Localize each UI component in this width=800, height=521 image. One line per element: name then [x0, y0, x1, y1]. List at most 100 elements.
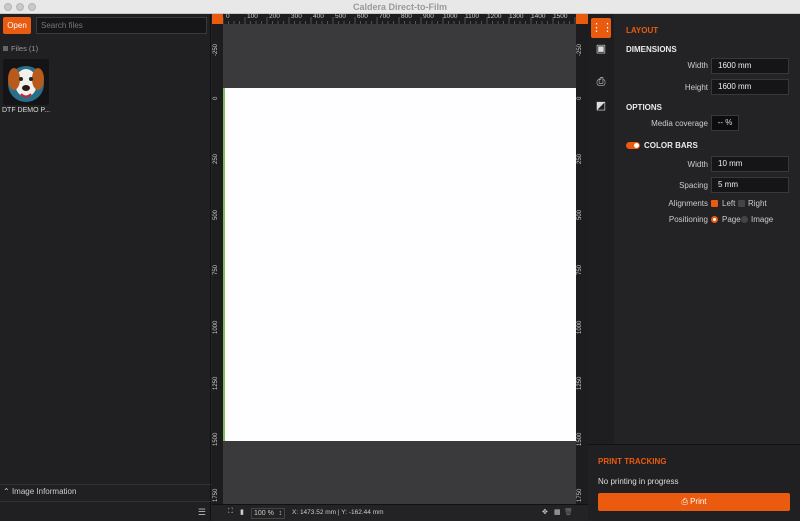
zoom-field[interactable]: 100 % ↕: [251, 508, 285, 519]
position-page-label: Page: [722, 215, 741, 224]
pan-tool-icon[interactable]: ✥: [542, 508, 548, 516]
ruler-label: -250: [213, 43, 219, 56]
position-page-radio[interactable]: [711, 216, 718, 223]
ruler-label: 250: [213, 153, 219, 164]
layout-title: LAYOUT: [626, 26, 659, 35]
dog-artwork-icon: [3, 59, 49, 105]
color-tab-icon[interactable]: ◩: [591, 96, 611, 116]
ruler-label: 750: [213, 264, 219, 275]
height-field[interactable]: 1600 mm: [711, 79, 789, 95]
color-bars-toggle[interactable]: [626, 142, 640, 149]
position-image-radio[interactable]: [741, 216, 748, 223]
ruler-label: 1500: [553, 14, 568, 20]
media-coverage-value: -- %: [711, 115, 739, 131]
grid-icon[interactable]: ▦: [554, 508, 561, 516]
media-page[interactable]: [223, 88, 576, 441]
ruler-corner: [212, 14, 223, 24]
ruler-label: 200: [269, 14, 280, 20]
printer-tab-icon[interactable]: ⎙: [591, 72, 611, 92]
ruler-label: 1100: [465, 14, 479, 20]
ruler-label: 1200: [487, 14, 502, 20]
color-bar-width-label: Width: [687, 160, 708, 169]
ruler-label: 1000: [577, 320, 583, 334]
files-panel: Open Search files Files (1) DTF DEMO P..…: [0, 14, 211, 521]
image-information-label: Image Information: [11, 487, 77, 496]
file-name-label: DTF DEMO P...: [2, 107, 51, 114]
color-bars-title: COLOR BARS: [644, 141, 698, 150]
fit-screen-icon[interactable]: ⛶: [228, 508, 233, 516]
cursor-coordinates: X: 1473.52 mm | Y: -162.44 mm: [292, 509, 384, 516]
ruler-label: 1750: [577, 488, 583, 502]
zoom-value: 100 %: [254, 510, 274, 517]
ruler-label: 300: [291, 14, 302, 20]
ruler-label: 250: [577, 153, 583, 164]
file-thumbnail[interactable]: [3, 59, 49, 105]
ruler-top: 0 100 200 300 400 500 600 700 800 900 10…: [223, 14, 576, 24]
trash-icon[interactable]: 🗑: [564, 508, 573, 516]
canvas-workspace[interactable]: 0 100 200 300 400 500 600 700 800 900 10…: [212, 14, 588, 521]
window-title: Caldera Direct-to-Film: [352, 2, 448, 12]
options-title: OPTIONS: [626, 103, 663, 112]
ruler-label: 750: [577, 264, 583, 275]
ruler-label: 0: [213, 96, 219, 100]
image-information-toggle[interactable]: ⌃ Image Information: [0, 484, 211, 498]
image-tab-icon[interactable]: ▣: [591, 39, 611, 59]
ruler-label: 1500: [577, 432, 583, 446]
print-status: No printing in progress: [598, 477, 679, 486]
align-right-label: Right: [748, 199, 767, 208]
print-button[interactable]: ⎙ Print: [598, 493, 790, 511]
ruler-label: 1000: [213, 320, 219, 334]
files-icon: [3, 46, 8, 51]
open-button[interactable]: Open: [3, 17, 31, 34]
print-tracking-panel: PRINT TRACKING No printing in progress ⎙…: [588, 444, 800, 521]
panel-tab-bar: ⋮⋮ ▣ ⎙ ◩: [588, 14, 614, 444]
ruler-label: 1250: [213, 376, 219, 390]
chevron-up-icon: ⌃: [3, 487, 12, 496]
ruler-label: 0: [577, 96, 583, 100]
ruler-label: 800: [401, 14, 412, 20]
ruler-label: 400: [313, 14, 324, 20]
ruler-label: 700: [379, 14, 390, 20]
ruler-label: 900: [423, 14, 434, 20]
alignments-label: Alignments: [668, 199, 708, 208]
ruler-label: 600: [357, 14, 368, 20]
ruler-label: 1500: [213, 432, 219, 446]
ruler-left: -250 0 250 500 750 1000 1250 1500 1750: [212, 24, 223, 504]
align-left-checkbox[interactable]: [711, 200, 718, 207]
title-bar: Caldera Direct-to-Film: [0, 0, 800, 14]
ruler-label: 1300: [509, 14, 524, 20]
position-image-label: Image: [751, 215, 774, 224]
height-label: Height: [684, 83, 708, 92]
positioning-label: Positioning: [668, 215, 708, 224]
zoom-stepper-icon[interactable]: ↕: [279, 509, 283, 518]
ruler-label: 1000: [443, 14, 458, 20]
ruler-label: 1750: [213, 488, 219, 502]
align-right-checkbox[interactable]: [738, 200, 745, 207]
files-count-label: Files (1): [11, 44, 39, 53]
print-tracking-title: PRINT TRACKING: [598, 457, 667, 466]
ruler-right: -250 0 250 500 750 1000 1250 1500 1750: [576, 24, 588, 504]
ruler-label: 1400: [531, 14, 546, 20]
ruler-label: 500: [577, 209, 583, 220]
ruler-label: 1250: [577, 376, 583, 390]
ruler-label: -250: [577, 43, 583, 56]
search-input[interactable]: Search files: [36, 17, 207, 34]
width-label: Width: [687, 61, 708, 70]
split-view-icon[interactable]: ▮: [240, 508, 244, 516]
ruler-label: 100: [247, 14, 258, 20]
spacing-label: Spacing: [679, 181, 708, 190]
ruler-label: 500: [213, 209, 219, 220]
media-coverage-label: Media coverage: [651, 119, 708, 128]
color-bar-width-field[interactable]: 10 mm: [711, 156, 789, 172]
list-view-icon[interactable]: ☰: [198, 507, 206, 518]
layout-tab-icon[interactable]: ⋮⋮: [591, 18, 613, 38]
print-button-label: Print: [690, 497, 707, 506]
ruler-label: 500: [335, 14, 346, 20]
spacing-field[interactable]: 5 mm: [711, 177, 789, 193]
files-header: Files (1): [3, 44, 38, 53]
ruler-label: 0: [226, 14, 230, 20]
width-field[interactable]: 1600 mm: [711, 58, 789, 74]
ruler-corner-right: [576, 14, 588, 24]
left-bottom-bar: ☰: [0, 501, 211, 521]
align-left-label: Left: [722, 199, 736, 208]
